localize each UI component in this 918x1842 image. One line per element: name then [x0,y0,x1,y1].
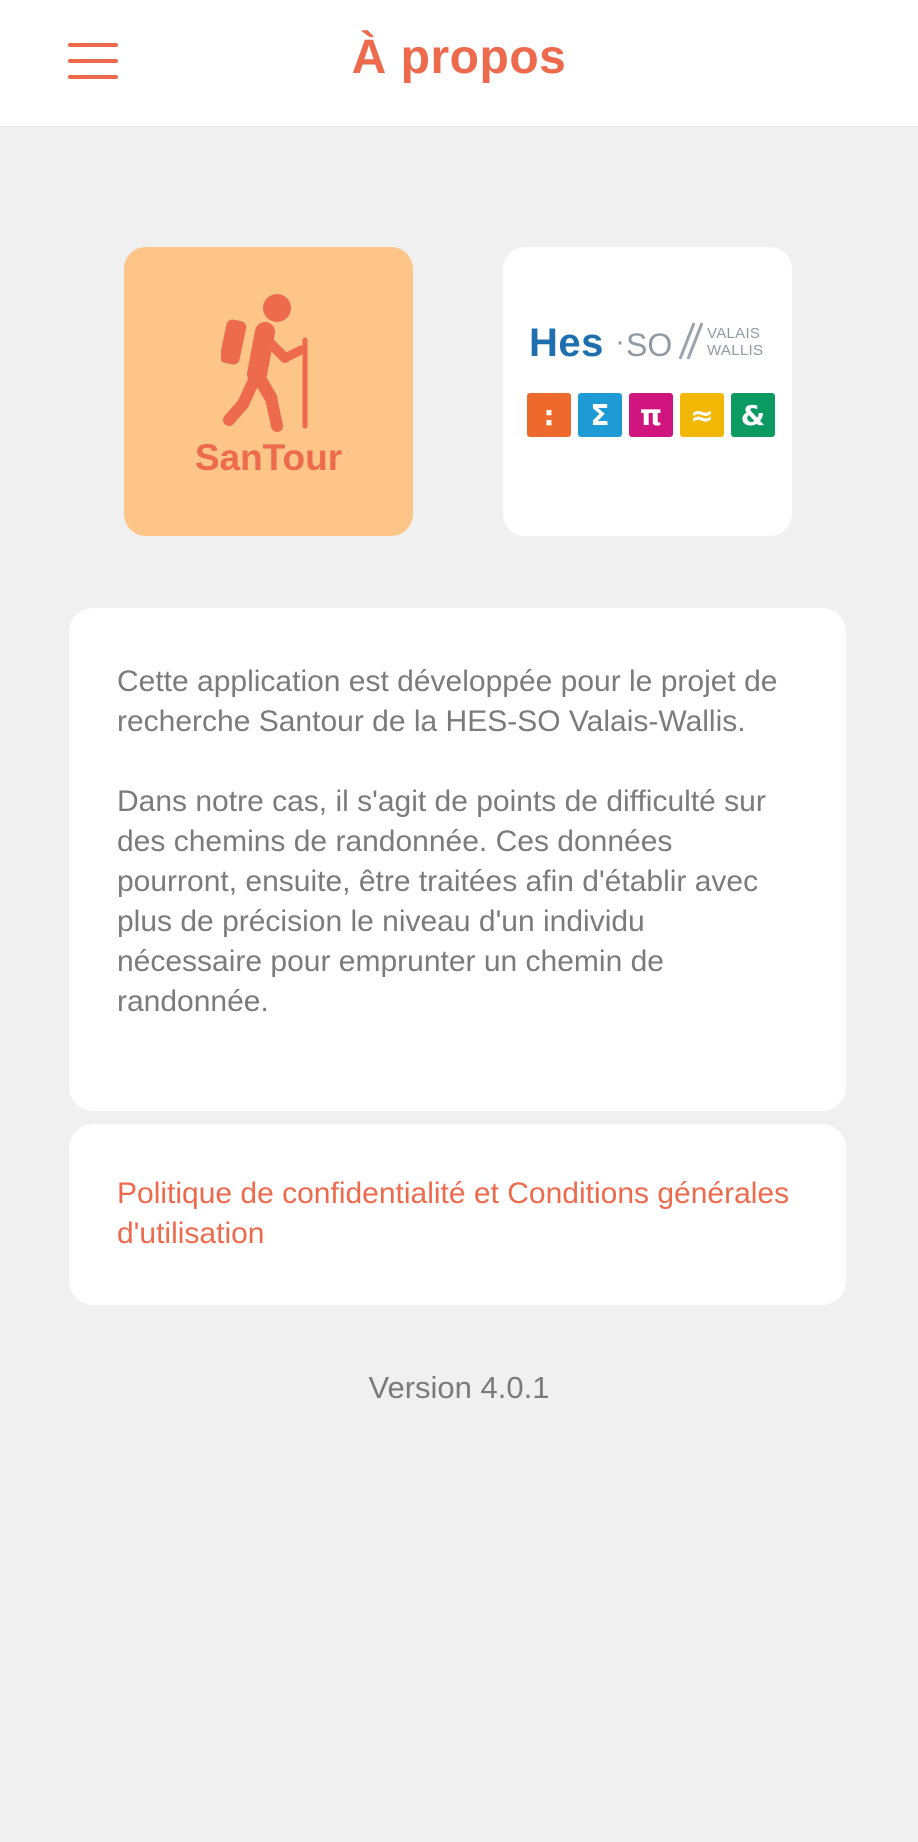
hes-square-3: ≈ [680,393,724,437]
hes-color-squares: : Σπ ≈ & [527,393,775,437]
santour-logo-text: SanTour [194,437,343,478]
about-description-card: Cette application est développée pour le… [69,608,846,1111]
double-slash-icon [678,322,704,360]
privacy-policy-link[interactable]: Politique de confidentialité et Conditio… [117,1174,798,1254]
hes-wordmark-main: Hes [529,321,604,365]
hes-region-line: VALAIS [707,325,761,342]
hiker-icon [221,294,308,432]
hes-square-0: : [527,393,571,437]
about-paragraph-2: Dans notre cas, il s'agit de points de d… [117,785,766,1018]
hes-square-4: & [731,393,775,437]
app-bar: À propos [0,0,918,127]
hes-wordmark-dot: · [615,325,625,358]
page-title: À propos [351,31,567,84]
hes-so-logo: Hes · SO VALAIS WALLIS : Σπ ≈ & [503,247,792,536]
hes-region-line: WALLIS [707,342,764,359]
hes-wordmark-so: SO [626,327,673,363]
hes-region-label: VALAIS WALLIS [707,325,763,359]
hes-square-2: π [629,393,673,437]
hes-so-wordmark: Hes · SO VALAIS WALLIS [529,321,779,365]
about-paragraph-1: Cette application est développée pour le… [117,665,778,738]
santour-logo: SanTour [124,247,413,536]
hes-square-1: Σ [578,393,622,437]
policy-card[interactable]: Politique de confidentialité et Conditio… [69,1124,846,1305]
app-version: Version 4.0.1 [368,1370,550,1405]
